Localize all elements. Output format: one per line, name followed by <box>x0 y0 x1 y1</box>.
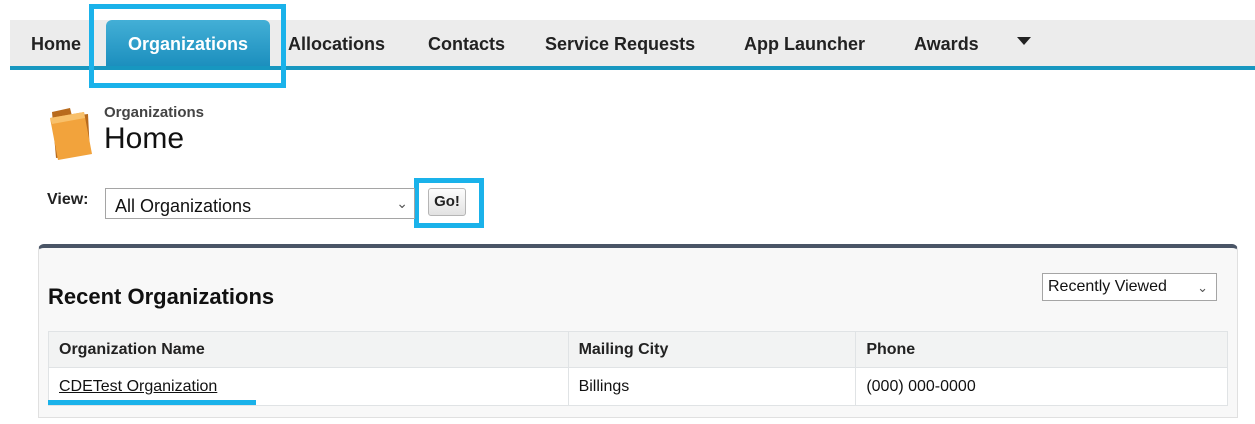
table-header-row: Organization Name Mailing City Phone <box>48 331 1228 368</box>
folder-icon <box>50 108 92 160</box>
cell-phone: (000) 000-0000 <box>855 367 1228 406</box>
organization-link[interactable]: CDETest Organization <box>59 378 217 395</box>
breadcrumb: Organizations <box>104 104 205 121</box>
tab-allocations[interactable]: Allocations <box>288 20 385 66</box>
sort-select-value: Recently Viewed <box>1048 278 1167 295</box>
highlight-underline-organization-link <box>48 400 256 405</box>
recent-organizations-table: Organization Name Mailing City Phone CDE… <box>48 331 1228 406</box>
tab-app-launcher[interactable]: App Launcher <box>744 20 865 66</box>
tab-awards[interactable]: Awards <box>914 20 979 66</box>
chevron-down-icon: ⌄ <box>396 195 408 211</box>
tab-service-requests[interactable]: Service Requests <box>545 20 695 66</box>
view-select[interactable]: All Organizations ⌄ <box>105 188 415 219</box>
tab-contacts[interactable]: Contacts <box>428 20 505 66</box>
tab-organizations[interactable]: Organizations <box>106 20 270 66</box>
section-title: Recent Organizations <box>48 284 275 309</box>
view-select-value: All Organizations <box>115 196 252 216</box>
go-button[interactable]: Go! <box>428 188 466 216</box>
column-header-phone[interactable]: Phone <box>855 331 1228 368</box>
page-title: Home <box>104 122 185 155</box>
column-header-mailing-city[interactable]: Mailing City <box>567 331 857 368</box>
tab-home[interactable]: Home <box>31 20 81 66</box>
view-label: View: <box>47 191 89 208</box>
column-header-organization-name[interactable]: Organization Name <box>48 331 569 368</box>
cell-mailing-city: Billings <box>567 367 857 406</box>
caret-down-icon[interactable] <box>1017 37 1031 45</box>
tab-bar: Home Organizations Allocations Contacts … <box>10 20 1255 70</box>
chevron-down-icon: ⌄ <box>1197 280 1208 295</box>
sort-select[interactable]: Recently Viewed ⌄ <box>1042 273 1217 301</box>
